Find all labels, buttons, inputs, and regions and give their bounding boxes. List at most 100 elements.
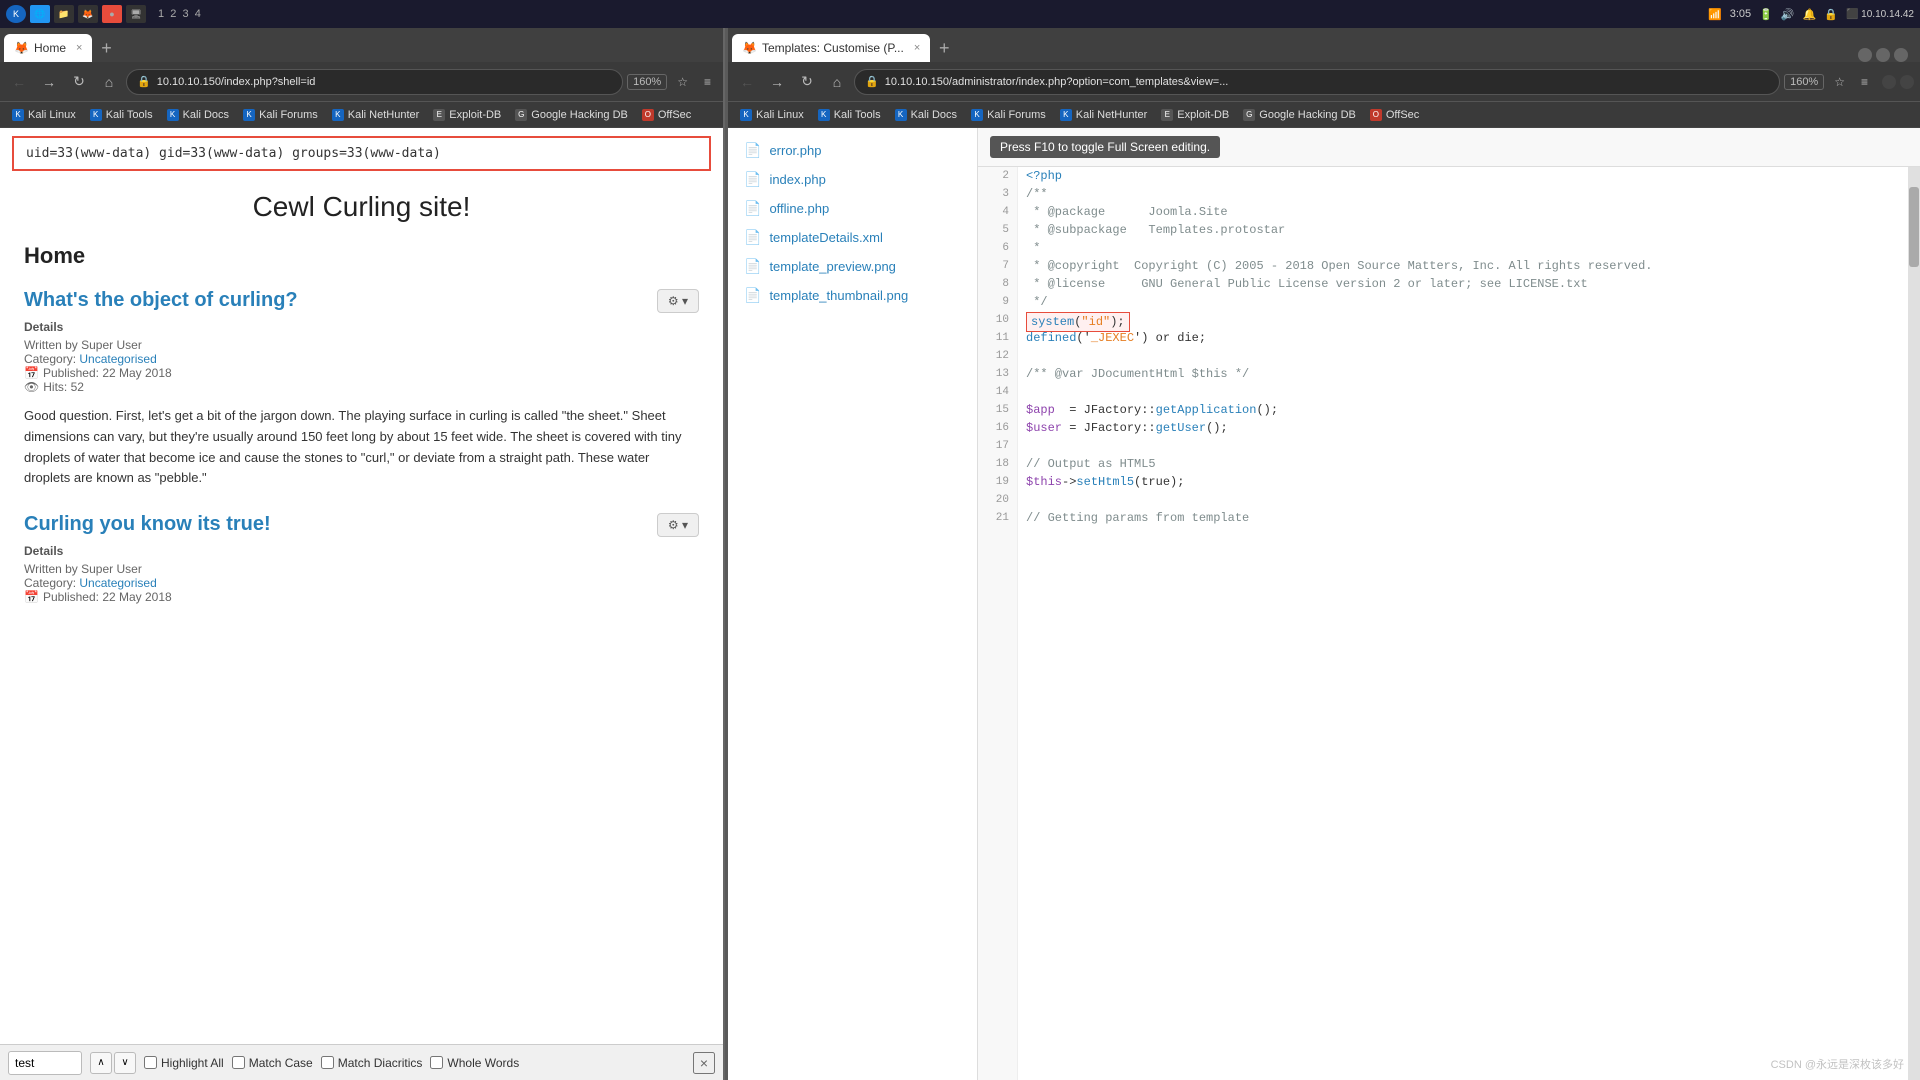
file-template-preview[interactable]: 📄 template_preview.png [728, 252, 977, 281]
article-1-hits: Hits: 52 [43, 380, 84, 394]
left-address-bar: ← → ↻ ⌂ 🔒 10.10.10.150/index.php?shell=i… [0, 62, 723, 102]
left-lock-icon: 🔒 [137, 75, 151, 88]
highlight-all-label: Highlight All [144, 1056, 224, 1070]
code-content[interactable]: <?php /** * @package Joomla.Site * @subp… [1018, 167, 1908, 1080]
right-bm-offsec[interactable]: O OffSec [1364, 104, 1425, 126]
left-home-btn[interactable]: ⌂ [96, 69, 122, 95]
article-2-gear-btn[interactable]: ⚙ ▾ [657, 513, 699, 537]
find-up-arrow[interactable]: ∧ [90, 1052, 112, 1074]
bm-nethunter[interactable]: K Kali NetHunter [326, 104, 426, 126]
bm-offsec[interactable]: O OffSec [636, 104, 697, 126]
bm-kali-linux[interactable]: K Kali Linux [6, 104, 82, 126]
addr-ctrl-2[interactable] [1900, 75, 1914, 89]
match-diacritics-checkbox[interactable] [321, 1056, 334, 1069]
line-num-21: 21 [978, 509, 1017, 527]
left-url-bar[interactable]: 🔒 10.10.10.150/index.php?shell=id [126, 69, 623, 95]
right-bm-kali-docs[interactable]: K Kali Docs [889, 104, 963, 126]
line-num-16: 16 [978, 419, 1017, 437]
right-bm-google-icon: G [1243, 109, 1255, 121]
left-active-tab[interactable]: 🦊 Home × [4, 34, 92, 62]
right-bookmarks-bar: K Kali Linux K Kali Tools K Kali Docs K … [728, 102, 1920, 128]
code-line-5: * @subpackage Templates.protostar [1026, 221, 1900, 239]
right-bm-exploit[interactable]: E Exploit-DB [1155, 104, 1235, 126]
find-close-btn[interactable]: × [693, 1052, 715, 1074]
editor-toolbar: Press F10 to toggle Full Screen editing. [978, 128, 1920, 167]
right-forward-btn[interactable]: → [764, 69, 790, 95]
right-reload-btn[interactable]: ↻ [794, 69, 820, 95]
right-main-content: 📄 error.php 📄 index.php 📄 offline.php 📄 … [728, 128, 1920, 1080]
file-index-php[interactable]: 📄 index.php [728, 165, 977, 194]
code-area[interactable]: 2 3 4 5 6 7 8 9 10 11 12 13 14 [978, 167, 1920, 1080]
win-ctrl-min[interactable] [1876, 48, 1890, 62]
find-input[interactable] [15, 1056, 75, 1070]
taskbar-app-4[interactable]: ● [102, 5, 122, 23]
bm-kali-docs[interactable]: K Kali Docs [161, 104, 235, 126]
bm-kali-tools[interactable]: K Kali Tools [84, 104, 159, 126]
line-num-10: 10 [978, 311, 1017, 329]
right-tab-close[interactable]: × [914, 42, 920, 54]
find-bar: ∧ ∨ Highlight All Match Case Match Diacr… [0, 1044, 723, 1080]
left-browser: 🦊 Home × + ← → ↻ ⌂ 🔒 10.10.10.150/index.… [0, 28, 725, 1080]
code-line-20 [1026, 491, 1900, 509]
whole-words-checkbox[interactable] [430, 1056, 443, 1069]
kali-logo-icon[interactable]: K [6, 5, 26, 23]
right-tab-bar: 🦊 Templates: Customise (P... × + [728, 28, 1920, 62]
file-error-php[interactable]: 📄 error.php [728, 136, 977, 165]
right-bm-kali-tools[interactable]: K Kali Tools [812, 104, 887, 126]
article-1-title[interactable]: What's the object of curling? [24, 289, 298, 312]
match-case-checkbox[interactable] [232, 1056, 245, 1069]
win-ctrl-max[interactable] [1894, 48, 1908, 62]
taskbar-app-3[interactable]: 🦊 [78, 5, 98, 23]
taskbar-app-5[interactable]: 🖥 [126, 5, 146, 23]
left-menu-btn[interactable]: ≡ [698, 73, 717, 91]
find-down-arrow[interactable]: ∨ [114, 1052, 136, 1074]
left-new-tab-btn[interactable]: + [92, 34, 120, 62]
taskbar-app-1[interactable]: 🌐 [30, 5, 50, 23]
right-home-btn[interactable]: ⌂ [824, 69, 850, 95]
calendar-icon: 📅 [24, 366, 39, 380]
taskbar-app-2[interactable]: 📁 [54, 5, 74, 23]
right-bm-offsec-icon: O [1370, 109, 1382, 121]
right-bm-forums-icon: K [971, 109, 983, 121]
right-bm-google[interactable]: G Google Hacking DB [1237, 104, 1362, 126]
code-line-13: /** @var JDocumentHtml $this */ [1026, 365, 1900, 383]
bm-kali-forums[interactable]: K Kali Forums [237, 104, 324, 126]
right-bm-kali-forums[interactable]: K Kali Forums [965, 104, 1052, 126]
code-line-10: system("id"); [1026, 311, 1900, 329]
right-bm-docs-icon: K [895, 109, 907, 121]
file-offline-php[interactable]: 📄 offline.php [728, 194, 977, 223]
right-zoom-level[interactable]: 160% [1784, 74, 1824, 90]
left-forward-btn[interactable]: → [36, 69, 62, 95]
addr-ctrl-1[interactable] [1882, 75, 1896, 89]
file-template-thumbnail[interactable]: 📄 template_thumbnail.png [728, 281, 977, 310]
right-new-tab-btn[interactable]: + [930, 34, 958, 62]
line-num-7: 7 [978, 257, 1017, 275]
win-ctrl-close[interactable] [1858, 48, 1872, 62]
article-1-gear-btn[interactable]: ⚙ ▾ [657, 289, 699, 313]
right-bm-nethunter[interactable]: K Kali NetHunter [1054, 104, 1154, 126]
right-bm-kali-linux[interactable]: K Kali Linux [734, 104, 810, 126]
article-2-title[interactable]: Curling you know its true! [24, 513, 271, 536]
code-line-21: // Getting params from template [1026, 509, 1900, 527]
code-line-3: /** [1026, 185, 1900, 203]
bm-google-hacking[interactable]: G Google Hacking DB [509, 104, 634, 126]
article-1-category: Category: Uncategorised [24, 352, 699, 366]
right-menu-btn[interactable]: ≡ [1855, 73, 1874, 91]
match-case-text: Match Case [249, 1056, 313, 1070]
right-active-tab[interactable]: 🦊 Templates: Customise (P... × [732, 34, 930, 62]
left-star-btn[interactable]: ☆ [671, 73, 694, 91]
left-reload-btn[interactable]: ↻ [66, 69, 92, 95]
left-zoom-level[interactable]: 160% [627, 74, 667, 90]
bm-exploit-icon: E [433, 109, 445, 121]
editor-scrollbar[interactable] [1908, 167, 1920, 1080]
left-tab-close[interactable]: × [76, 42, 82, 54]
right-star-btn[interactable]: ☆ [1828, 73, 1851, 91]
right-lock-icon: 🔒 [865, 75, 879, 88]
right-url-bar[interactable]: 🔒 10.10.10.150/administrator/index.php?o… [854, 69, 1780, 95]
file-templatedetails-xml[interactable]: 📄 templateDetails.xml [728, 223, 977, 252]
highlight-all-checkbox[interactable] [144, 1056, 157, 1069]
bm-google-hacking-icon: G [515, 109, 527, 121]
code-line-9: */ [1026, 293, 1900, 311]
bm-exploit-db[interactable]: E Exploit-DB [427, 104, 507, 126]
right-tab-favicon: 🦊 [742, 41, 756, 55]
